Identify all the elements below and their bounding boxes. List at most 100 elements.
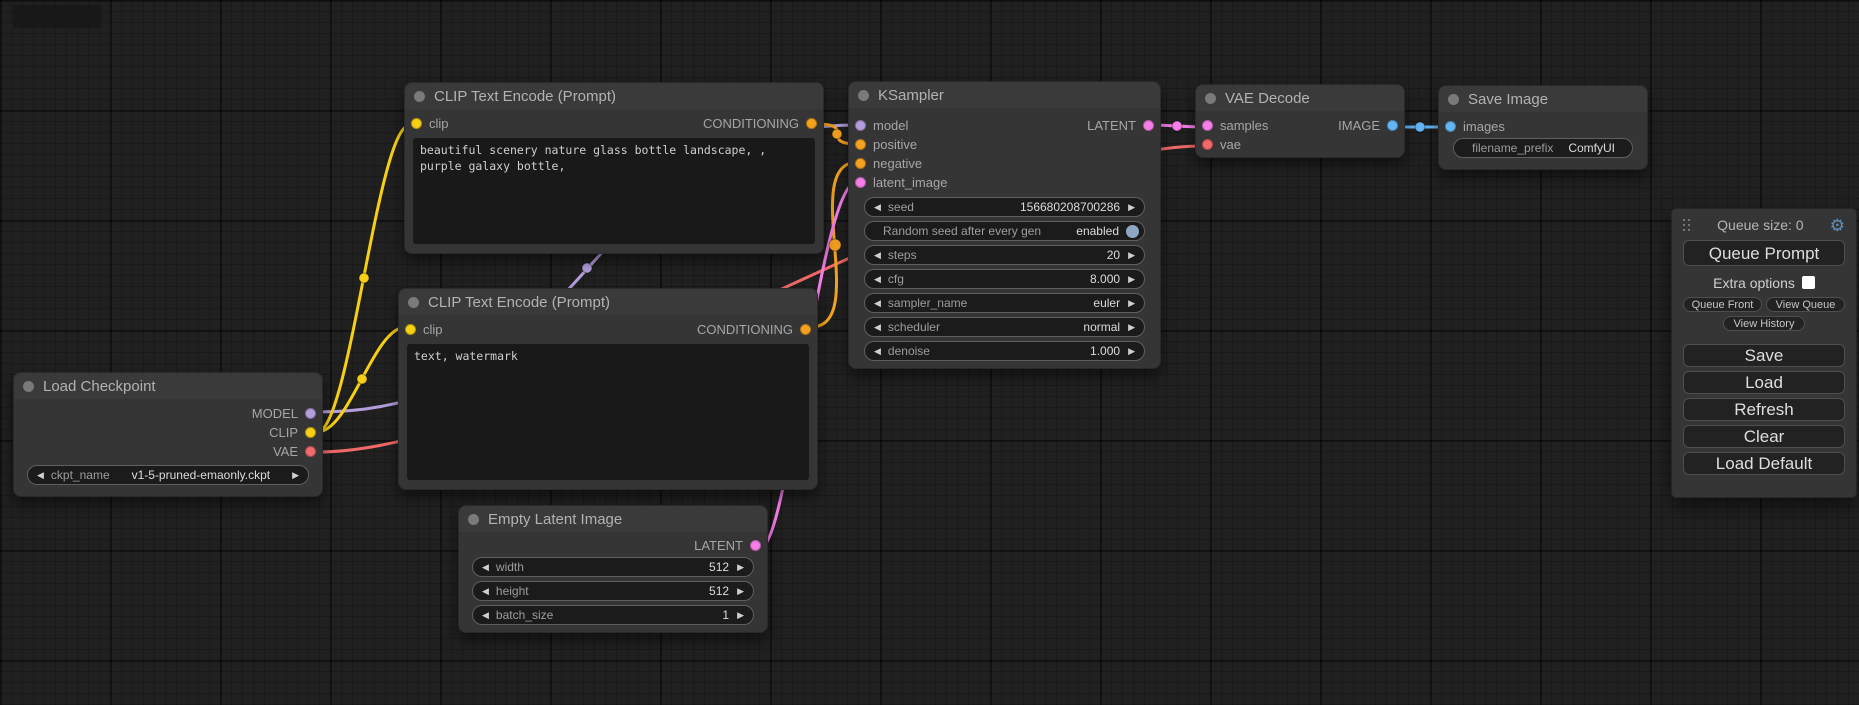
slot-row: negative: [849, 154, 1160, 173]
settings-gear-icon[interactable]: ⚙: [1830, 217, 1845, 234]
clip-input-slot[interactable]: [411, 118, 422, 129]
denoise-widget[interactable]: ◀ denoise 1.000 ▶: [864, 341, 1145, 361]
decrement-arrow-icon[interactable]: ◀: [482, 587, 489, 596]
decrement-arrow-icon[interactable]: ◀: [482, 563, 489, 572]
queue-front-button[interactable]: Queue Front: [1683, 297, 1762, 312]
negative-input-slot[interactable]: [855, 158, 866, 169]
view-history-button[interactable]: View History: [1723, 316, 1805, 331]
node-clip-text-encode-negative[interactable]: CLIP Text Encode (Prompt) clip CONDITION…: [398, 288, 818, 490]
view-queue-button[interactable]: View Queue: [1766, 297, 1845, 312]
conditioning-output-slot[interactable]: [800, 324, 811, 335]
samples-input-slot[interactable]: [1202, 120, 1213, 131]
node-title-bar[interactable]: VAE Decode: [1196, 85, 1404, 111]
load-default-button[interactable]: Load Default: [1683, 452, 1845, 475]
decrement-arrow-icon[interactable]: ◀: [874, 299, 881, 308]
node-load-checkpoint[interactable]: Load Checkpoint MODEL CLIP VAE ◀ ckpt_na…: [13, 372, 323, 497]
collapse-dot-icon[interactable]: [858, 90, 869, 101]
decrement-arrow-icon[interactable]: ◀: [874, 323, 881, 332]
panel-drag-handle-icon[interactable]: [1683, 219, 1691, 232]
latent-output-slot[interactable]: [750, 540, 761, 551]
prompt-textarea[interactable]: beautiful scenery nature glass bottle la…: [413, 138, 815, 244]
vae-input-slot[interactable]: [1202, 139, 1213, 150]
collapse-dot-icon[interactable]: [408, 297, 419, 308]
increment-arrow-icon[interactable]: ▶: [737, 563, 744, 572]
seed-toggle-knob[interactable]: [1126, 225, 1139, 238]
node-ksampler[interactable]: KSampler model LATENT positive negative …: [848, 81, 1161, 369]
images-input-slot[interactable]: [1445, 121, 1456, 132]
collapse-dot-icon[interactable]: [468, 514, 479, 525]
height-widget[interactable]: ◀ height 512 ▶: [472, 581, 754, 601]
node-title-bar[interactable]: KSampler: [849, 82, 1160, 108]
extra-options-checkbox[interactable]: [1802, 276, 1815, 289]
collapse-dot-icon[interactable]: [1205, 93, 1216, 104]
queue-size-label: Queue size: 0: [1717, 217, 1803, 233]
node-title-bar[interactable]: CLIP Text Encode (Prompt): [399, 289, 817, 315]
width-widget[interactable]: ◀ width 512 ▶: [472, 557, 754, 577]
image-output-slot[interactable]: [1387, 120, 1398, 131]
increment-arrow-icon[interactable]: ▶: [1128, 299, 1135, 308]
node-save-image[interactable]: Save Image images filename_prefix ComfyU…: [1438, 85, 1648, 170]
widget-name: ckpt_name: [51, 468, 110, 482]
node-clip-text-encode-positive[interactable]: CLIP Text Encode (Prompt) clip CONDITION…: [404, 82, 824, 254]
increment-arrow-icon[interactable]: ▶: [1128, 203, 1135, 212]
queue-prompt-button[interactable]: Queue Prompt: [1683, 240, 1845, 266]
output-row: MODEL: [14, 399, 322, 423]
node-title-bar[interactable]: CLIP Text Encode (Prompt): [405, 83, 823, 109]
increment-arrow-icon[interactable]: ▶: [737, 587, 744, 596]
ckpt-name-widget[interactable]: ◀ ckpt_name v1-5-pruned-emaonly.ckpt ▶: [27, 465, 309, 485]
node-title: Empty Latent Image: [488, 511, 622, 528]
random-seed-widget[interactable]: Random seed after every gen enabled: [864, 221, 1145, 241]
output-label: IMAGE: [1338, 118, 1380, 133]
clear-button[interactable]: Clear: [1683, 425, 1845, 448]
steps-widget[interactable]: ◀ steps 20 ▶: [864, 245, 1145, 265]
node-empty-latent-image[interactable]: Empty Latent Image LATENT ◀ width 512 ▶ …: [458, 505, 768, 633]
widget-value: euler: [1093, 296, 1120, 310]
decrement-arrow-icon[interactable]: ◀: [874, 275, 881, 284]
positive-input-slot[interactable]: [855, 139, 866, 150]
increment-arrow-icon[interactable]: ▶: [737, 611, 744, 620]
increment-arrow-icon[interactable]: ▶: [1128, 251, 1135, 260]
prompt-textarea[interactable]: text, watermark: [407, 344, 809, 480]
increment-arrow-icon[interactable]: ▶: [1128, 347, 1135, 356]
vae-output-slot[interactable]: [305, 446, 316, 457]
input-label: latent_image: [873, 175, 947, 190]
collapse-dot-icon[interactable]: [23, 381, 34, 392]
decrement-arrow-icon[interactable]: ◀: [482, 611, 489, 620]
collapse-dot-icon[interactable]: [1448, 94, 1459, 105]
decrement-arrow-icon[interactable]: ◀: [37, 471, 44, 480]
node-title: CLIP Text Encode (Prompt): [434, 88, 616, 105]
latent-image-input-slot[interactable]: [855, 177, 866, 188]
refresh-button[interactable]: Refresh: [1683, 398, 1845, 421]
seed-widget[interactable]: ◀ seed 156680208700286 ▶: [864, 197, 1145, 217]
save-button[interactable]: Save: [1683, 344, 1845, 367]
load-button[interactable]: Load: [1683, 371, 1845, 394]
model-output-slot[interactable]: [305, 408, 316, 419]
latent-output-slot[interactable]: [1143, 120, 1154, 131]
widget-name: steps: [888, 248, 917, 262]
scheduler-widget[interactable]: ◀ scheduler normal ▶: [864, 317, 1145, 337]
node-title-bar[interactable]: Empty Latent Image: [459, 506, 767, 532]
widget-name: width: [496, 560, 524, 574]
model-input-slot[interactable]: [855, 120, 866, 131]
widget-value: 156680208700286: [1020, 200, 1120, 214]
clip-input-slot[interactable]: [405, 324, 416, 335]
batch-size-widget[interactable]: ◀ batch_size 1 ▶: [472, 605, 754, 625]
decrement-arrow-icon[interactable]: ◀: [874, 203, 881, 212]
node-title-bar[interactable]: Load Checkpoint: [14, 373, 322, 399]
clip-output-slot[interactable]: [305, 427, 316, 438]
increment-arrow-icon[interactable]: ▶: [1128, 323, 1135, 332]
decrement-arrow-icon[interactable]: ◀: [874, 347, 881, 356]
increment-arrow-icon[interactable]: ▶: [1128, 275, 1135, 284]
sampler-name-widget[interactable]: ◀ sampler_name euler ▶: [864, 293, 1145, 313]
node-title: VAE Decode: [1225, 90, 1310, 107]
increment-arrow-icon[interactable]: ▶: [292, 471, 299, 480]
node-vae-decode[interactable]: VAE Decode samples IMAGE vae: [1195, 84, 1405, 158]
node-title-bar[interactable]: Save Image: [1439, 86, 1647, 112]
node-title: CLIP Text Encode (Prompt): [428, 294, 610, 311]
collapse-dot-icon[interactable]: [414, 91, 425, 102]
filename-prefix-widget[interactable]: filename_prefix ComfyUI: [1453, 138, 1633, 158]
graph-canvas[interactable]: { "colors": { "model": "#B39DDB", "clip"…: [0, 0, 1859, 705]
conditioning-output-slot[interactable]: [806, 118, 817, 129]
decrement-arrow-icon[interactable]: ◀: [874, 251, 881, 260]
cfg-widget[interactable]: ◀ cfg 8.000 ▶: [864, 269, 1145, 289]
